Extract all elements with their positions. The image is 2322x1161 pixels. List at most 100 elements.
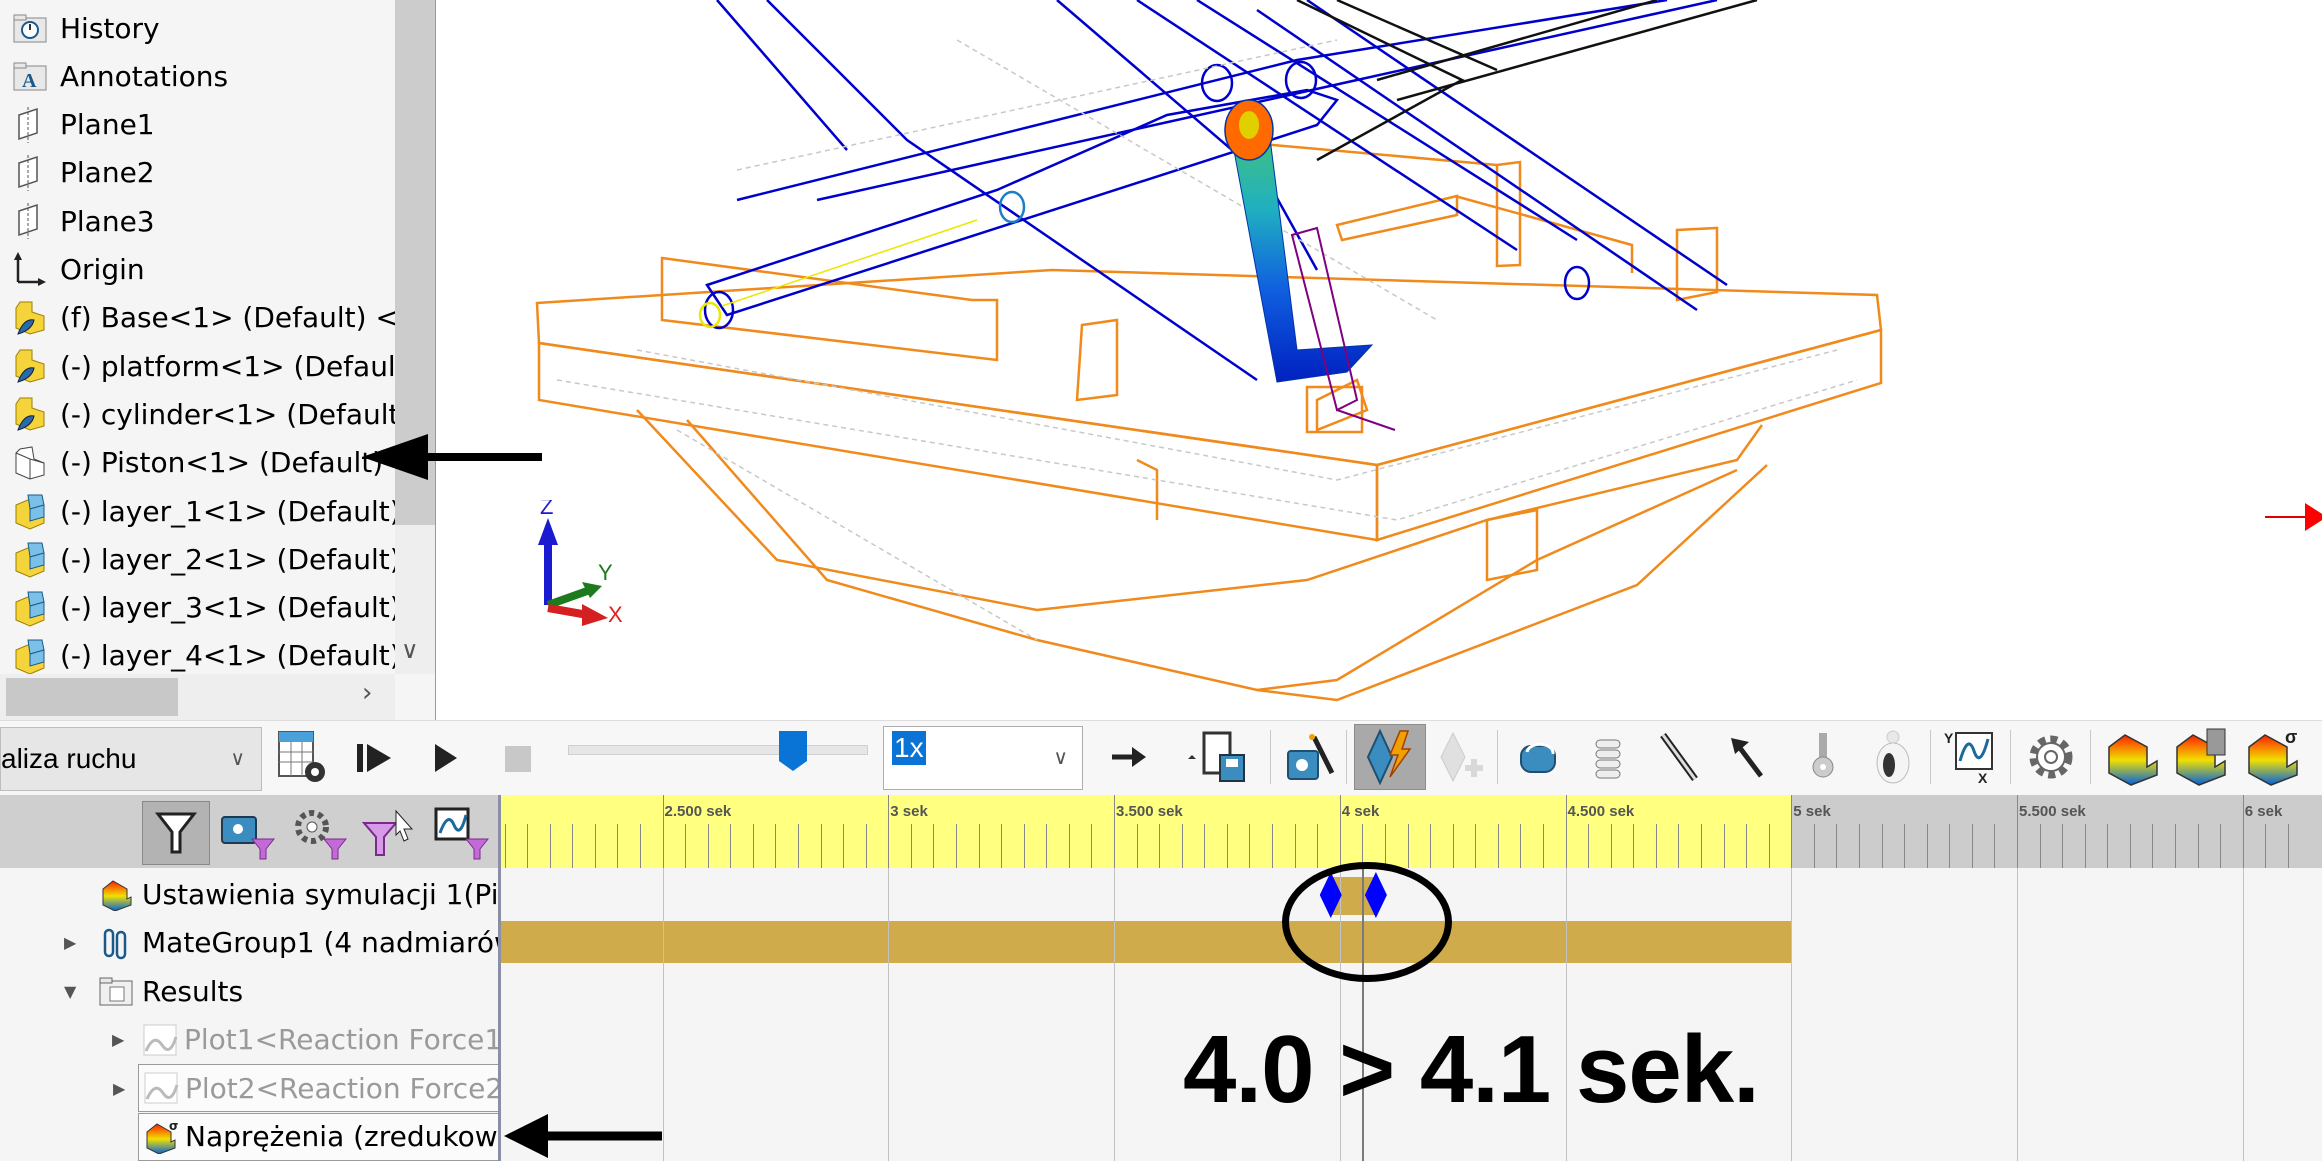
feature-tree-item-label: (-) layer_2<1> (Default) < [60,542,395,576]
tree-horizontal-scroll-thumb[interactable] [6,678,178,716]
ruler-tick [1836,824,1838,868]
ruler-tick [2287,824,2289,868]
ruler-tick [730,824,732,868]
feature-tree-item[interactable]: (f) Base<1> (Default) <<D [0,294,395,342]
ruler-tick [2242,795,2244,868]
motion-tree-item[interactable]: σ Naprężenia (zredukowa [138,1112,498,1161]
save-animation-button[interactable] [1175,728,1265,786]
svg-text:A: A [22,70,37,92]
filter-results-button[interactable] [428,801,496,865]
ruler-tick [1655,824,1657,868]
scroll-down-icon[interactable]: ∨ [401,636,419,664]
ruler-tick [527,824,529,868]
triad-z-label: Z [540,500,553,519]
ruler-tick [504,824,506,868]
ruler-tick [707,824,709,868]
feature-tree-item[interactable]: Origin [0,246,395,294]
ruler-tick [1091,824,1093,868]
feature-tree-item[interactable]: (-) cylinder<1> (Default) < [0,390,395,438]
feature-tree-item-label: Origin [60,253,145,286]
motion-tree-item-label: Plot2<Reaction Force2> [185,1071,498,1105]
yield-arrow-head-icon [2305,502,2322,531]
autokey-button[interactable] [1354,724,1426,790]
filter-animated-button[interactable] [142,801,210,865]
feature-tree-item-label: Annotations [60,59,229,93]
yield-arrow-icon [2265,515,2305,518]
feature-tree-item[interactable]: (-) layer_3<1> (Default) < [0,584,395,632]
svg-text:σ: σ [169,1120,178,1133]
simulation-setup-button[interactable] [2100,728,2166,786]
contact-button[interactable] [1795,728,1851,786]
ruler-tick [752,824,754,868]
coordinate-triad[interactable]: Z Y X [520,500,630,630]
motion-tree-item[interactable]: ▶ Plot1<Reaction Force1> [0,1016,498,1064]
ruler-tick [1294,824,1296,868]
motion-tree-item[interactable]: Ustawienia symulacji 1(Pist [0,870,498,918]
motion-tree-item[interactable]: ▶ Plot2<Reaction Force2> [113,1064,498,1112]
timeline-ruler[interactable]: 2.500 sek 3 sek 3.500 sek 4 sek 4.500 sek 5 s… [500,795,2322,868]
timeline-grid-line [1791,868,1793,1161]
feature-tree-item[interactable]: A Annotations [0,52,395,100]
ruler-tick [685,824,687,868]
mategroup-timeline-bar[interactable] [501,921,1792,963]
graphics-viewport[interactable]: 1,034e+079,319e+068,298e+067,277e+066,25… [437,0,2322,720]
playback-mode-button[interactable] [1105,728,1155,786]
animation-wizard-button[interactable] [1280,728,1340,786]
feature-tree-item[interactable]: Plane2 [0,149,395,197]
filter-unsuppressed-icon [295,810,348,860]
svg-text:X: X [1978,770,1988,786]
motor-icon [1520,742,1556,773]
motion-tree-item[interactable]: ▶ MateGroup1 (4 nadmiarów [0,919,498,967]
mates-icon [98,925,134,961]
part-icon [10,491,50,531]
feature-tree-item[interactable]: History [0,4,395,52]
scroll-right-icon[interactable]: › [362,678,372,708]
simulation-calculate-button[interactable] [2168,728,2234,786]
filter-driving-button[interactable] [214,801,282,865]
motion-tree-item[interactable]: ▼ Results [0,967,498,1015]
collapse-arrow-icon[interactable]: ▼ [64,982,76,1001]
results-and-plots-button[interactable]: Y X [1940,728,2004,786]
feature-tree-item[interactable]: (-) layer_2<1> (Default) < [0,535,395,583]
feature-tree-item[interactable]: Plane1 [0,101,395,149]
feature-tree-item-label: Plane1 [60,108,155,142]
damper-icon [1660,732,1698,782]
feature-tree-item-label: Plane2 [60,156,155,190]
annotation-arrow-piston [362,434,542,480]
ruler-tick [2265,824,2267,868]
ruler-tick [888,795,890,868]
subassembly-icon [10,346,50,386]
ruler-tick [2197,824,2199,868]
motor-button[interactable] [1508,728,1568,786]
motion-tree-item-label: Results [142,974,244,1008]
tree-vertical-scrollbar[interactable]: ∨ [395,0,435,674]
spring-button[interactable] [1580,728,1636,786]
feature-tree-item[interactable]: (-) Piston<1> (Default) < [0,439,395,487]
filter-unsuppressed-button[interactable] [286,801,354,865]
motion-study-properties-button[interactable] [2018,728,2084,786]
feature-tree-item[interactable]: (-) layer_1<1> (Default) < [0,487,395,535]
simulation-results-button[interactable]: σ [2240,727,2306,786]
ruler-tick [1610,824,1612,868]
tree-horizontal-scrollbar[interactable]: › [0,674,395,720]
subassembly-icon [10,298,50,338]
damper-button[interactable] [1650,728,1706,786]
filter-animated-icon [154,812,198,854]
force-button[interactable] [1720,728,1776,786]
feature-tree-item[interactable]: Plane3 [0,197,395,245]
triad-y-label: Y [598,560,613,585]
filter-selected-button[interactable] [358,801,426,865]
feature-tree-item[interactable]: (-) platform<1> (Default) [0,342,395,390]
expand-arrow-icon[interactable]: ▶ [64,933,76,952]
triad-x-label: X [608,602,623,627]
add-key-button[interactable] [1430,728,1492,786]
stress-plot-icon: σ [143,1119,179,1155]
ruler-tick [2062,824,2064,868]
feature-tree-item-label: (-) platform<1> (Default) [60,349,395,383]
feature-tree-item[interactable]: (-) layer_4<1> (Default) < [0,632,395,674]
ruler-label: 4.500 sek [1567,803,1635,820]
ruler-tick [1723,824,1725,868]
expand-arrow-icon[interactable]: ▶ [113,1079,125,1098]
expand-arrow-icon[interactable]: ▶ [112,1030,124,1049]
gravity-button[interactable] [1865,728,1921,786]
